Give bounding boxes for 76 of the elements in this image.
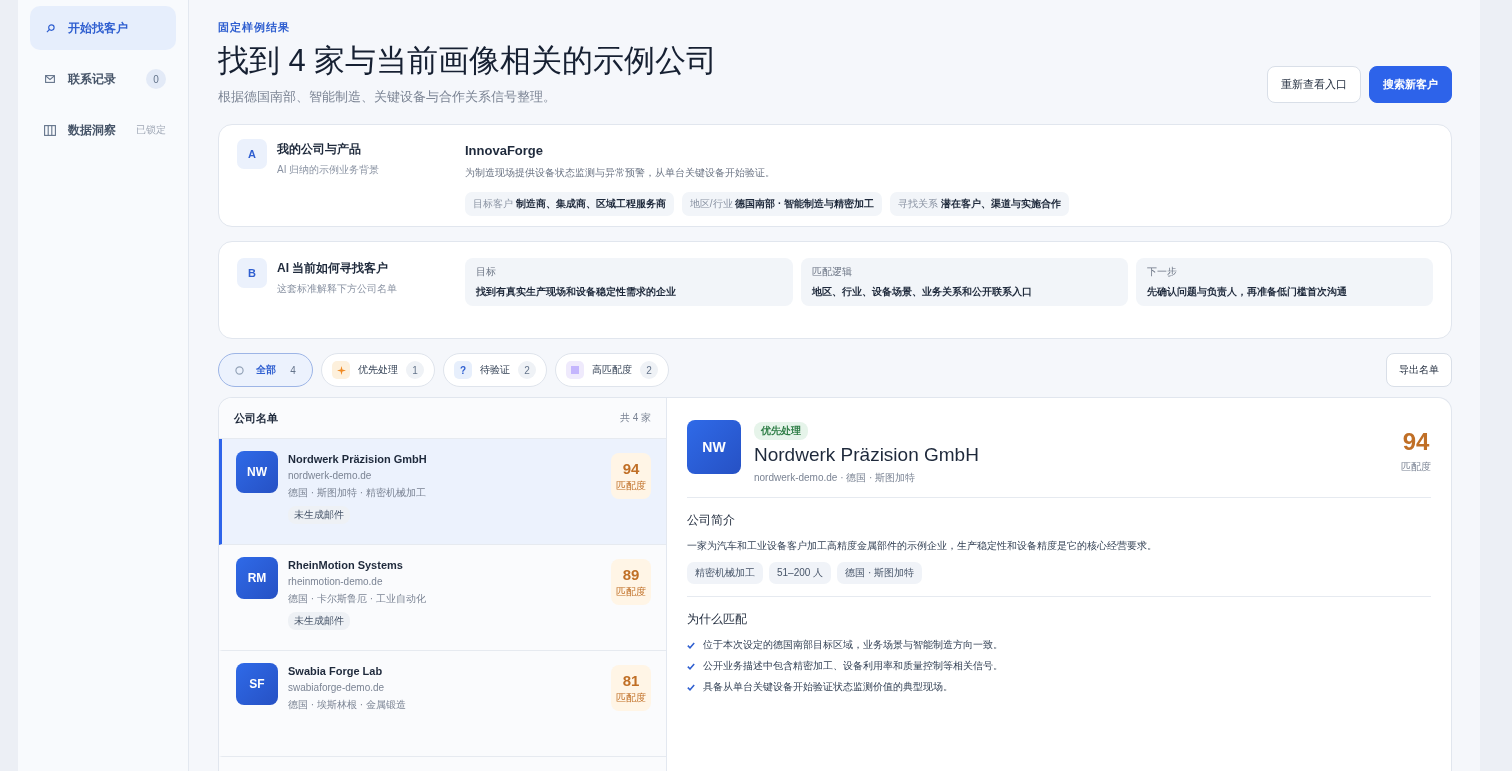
criteria-box: 目标 找到有真实生产现场和设备稳定性需求的企业 (465, 258, 793, 306)
count-badge: 0 (146, 69, 166, 89)
company-meta: nordwerk-demo.de · 德国 · 斯图加特 (754, 471, 917, 485)
search-new-button[interactable]: 搜索新客户 (1369, 66, 1452, 103)
company-row[interactable]: SF Swabia Forge Lab swabiaforge-demo.de 德国 · 埃斯林根 · 金属锻造 81 匹配度 (219, 651, 666, 757)
section-letter: B (237, 258, 267, 288)
columns-icon (44, 124, 56, 136)
eyebrow-label: 固定样例结果 (218, 20, 291, 35)
company-domain: swabiaforge-demo.de (288, 682, 386, 693)
criteria-box: 下一步 先确认问题与负责人，再准备低门槛首次沟通 (1136, 258, 1433, 306)
company-row[interactable]: RM RheinMotion Systems rheinmotion-demo.de 德国 · 卡尔斯鲁厄 · 工业自动化 未生成邮件 89 匹配度 (219, 545, 666, 651)
section-title: 公司简介 (687, 512, 736, 529)
card-subtitle: 这套标准解释下方公司名单 (277, 282, 397, 296)
reason-text: 具备从单台关键设备开始验证状态监测价值的典型现场。 (703, 680, 953, 694)
filter-chip[interactable]: ? 待验证 2 (443, 353, 547, 387)
reason-text: 公开业务描述中包含精密加工、设备利用率和质量控制等相关信号。 (703, 659, 1003, 673)
score-badge: 89 匹配度 (611, 559, 651, 605)
card-title: 我的公司与产品 (277, 141, 362, 158)
info-tag: 寻找关系 潜在客户、渠道与实施合作 (890, 192, 1069, 216)
company-description: 一家为汽车和工业设备客户加工高精度金属部件的示例企业，生产稳定性和设备精度是它的核心经营要求。 (687, 539, 1158, 553)
priority-badge: 优先处理 (754, 422, 808, 440)
company-name: Nordwerk Präzision GmbH (288, 453, 428, 465)
sidebar-item[interactable]: 开始找客户 (30, 6, 176, 50)
locked-label: 已锁定 (136, 123, 166, 137)
square-icon (571, 366, 579, 374)
match-score: 94 (1402, 428, 1430, 456)
search-icon (45, 23, 55, 33)
company-name: RheinMotion Systems (288, 559, 404, 571)
company-domain: nordwerk-demo.de (288, 470, 373, 481)
check-icon (687, 662, 695, 670)
company-row[interactable]: NW Nordwerk Präzision GmbH nordwerk-demo.de 德国 · 斯图加特 · 精密机械加工 未生成邮件 94 匹配度 (219, 439, 666, 545)
page-subtitle: 根据德国南部、智能制造、关键设备与合作关系信号整理。 (218, 88, 557, 106)
check-icon (687, 641, 695, 649)
company-initials: NW (236, 451, 278, 493)
info-tag: 精密机械加工 (687, 562, 763, 584)
section-letter: A (237, 139, 267, 169)
score-badge: 81 匹配度 (611, 665, 651, 711)
info-tag: 德国 · 斯图加特 (837, 562, 923, 584)
info-tag: 地区/行业 德国南部 · 智能制造与精密加工 (681, 192, 883, 216)
company-initials: RM (236, 557, 278, 599)
score-badge: 94 匹配度 (611, 453, 651, 499)
company-location: 德国 · 卡尔斯鲁厄 · 工业自动化 (288, 592, 427, 606)
question-icon: ? (454, 361, 472, 379)
filter-chip[interactable]: 全部 4 (218, 353, 313, 387)
page-title: 找到 4 家与当前画像相关的示例公司 (218, 42, 718, 80)
total-count: 共 4 家 (619, 411, 651, 425)
score-label: 匹配度 (1401, 460, 1431, 474)
status-tag: 未生成邮件 (288, 506, 350, 524)
product-name: InnovaForge (465, 143, 544, 158)
info-tag: 51–200 人 (769, 562, 832, 584)
company-initials: NW (687, 420, 741, 474)
circle-icon (235, 365, 244, 375)
card-subtitle: AI 归纳的示例业务背景 (277, 163, 380, 177)
filter-chip[interactable]: 优先处理 1 (321, 353, 435, 387)
company-initials: SF (236, 663, 278, 705)
company-name: Swabia Forge Lab (288, 665, 384, 677)
status-tag: 未生成邮件 (288, 612, 350, 630)
company-location: 德国 · 埃斯林根 · 金属锻造 (288, 698, 407, 712)
review-button[interactable]: 重新查看入口 (1267, 66, 1361, 103)
section-title: 为什么匹配 (687, 611, 748, 628)
company-name: Nordwerk Präzision GmbH (754, 444, 980, 466)
sidebar-item[interactable]: 联系记录 0 (30, 57, 176, 101)
product-description: 为制造现场提供设备状态监测与异常预警，从单台关键设备开始验证。 (465, 166, 776, 180)
info-tag: 目标客户 制造商、集成商、区域工程服务商 (465, 192, 674, 216)
check-icon (687, 683, 695, 691)
criteria-box: 匹配逻辑 地区、行业、设备场景、业务关系和公开联系入口 (800, 258, 1129, 306)
company-location: 德国 · 斯图加特 · 精密机械加工 (288, 486, 427, 500)
sparkle-icon (336, 365, 346, 375)
export-button[interactable]: 导出名单 (1386, 353, 1452, 387)
list-title: 公司名单 (234, 410, 278, 426)
company-domain: rheinmotion-demo.de (288, 576, 384, 587)
sidebar-item[interactable]: 数据洞察 已锁定 (30, 108, 176, 152)
card-title: AI 当前如何寻找客户 (277, 260, 390, 277)
filter-chip[interactable]: 高匹配度 2 (555, 353, 669, 387)
envelope-icon (45, 75, 55, 83)
reason-text: 位于本次设定的德国南部目标区域，业务场景与智能制造方向一致。 (703, 638, 1003, 652)
